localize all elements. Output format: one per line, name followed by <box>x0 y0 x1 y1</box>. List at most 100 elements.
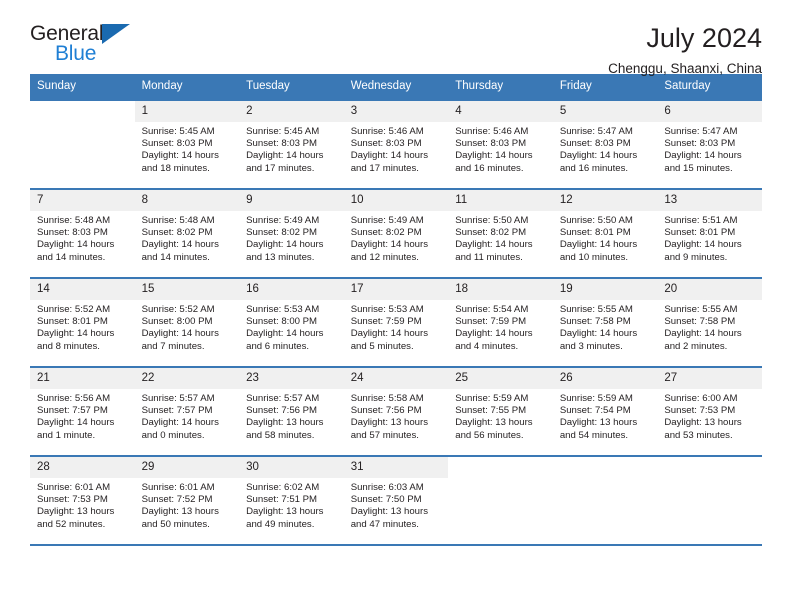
day-cell-2[interactable]: 2 Sunrise: 5:45 AM Sunset: 8:03 PM Daylight… <box>239 101 344 188</box>
sunset-line: Sunset: 7:57 PM <box>37 405 108 417</box>
day-sun-info: Sunrise: 5:56 AM Sunset: 7:57 PM Daylight:… <box>30 389 135 442</box>
day-cell-3[interactable]: 3 Sunrise: 5:46 AM Sunset: 8:03 PM Daylight… <box>343 101 449 188</box>
calendar-day-cell[interactable] <box>657 455 762 546</box>
sunset-line: Sunset: 8:01 PM <box>559 227 631 239</box>
day-cell-18[interactable]: 18 Sunrise: 5:54 AM Sunset: 7:59 PM Dayligh… <box>448 279 553 366</box>
day-cell-30[interactable]: 30 Sunrise: 6:02 AM Sunset: 7:51 PM Dayligh… <box>239 457 344 544</box>
brand-logo[interactable]: General Blue <box>30 22 160 70</box>
sunrise-line: Sunrise: 5:45 AM <box>246 126 320 137</box>
calendar-day-cell[interactable]: 17 Sunrise: 5:53 AM Sunset: 7:59 PM Dayligh… <box>343 277 449 367</box>
day-cell-29[interactable]: 29 Sunrise: 6:01 AM Sunset: 7:52 PM Dayligh… <box>134 457 240 544</box>
calendar-day-cell[interactable]: 25 Sunrise: 5:59 AM Sunset: 7:55 PM Dayligh… <box>448 366 553 456</box>
day-cell-10[interactable]: 10 Sunrise: 5:49 AM Sunset: 8:02 PM Dayligh… <box>343 190 449 277</box>
day-cell-11[interactable]: 11 Sunrise: 5:50 AM Sunset: 8:02 PM Dayligh… <box>448 190 553 277</box>
day-cell-empty <box>448 457 553 544</box>
day-cell-21[interactable]: 21 Sunrise: 5:56 AM Sunset: 7:57 PM Dayligh… <box>30 368 135 455</box>
day-cell-19[interactable]: 19 Sunrise: 5:55 AM Sunset: 7:58 PM Dayligh… <box>552 279 658 366</box>
day-cell-15[interactable]: 15 Sunrise: 5:52 AM Sunset: 8:00 PM Dayligh… <box>134 279 240 366</box>
day-cell-12[interactable]: 12 Sunrise: 5:50 AM Sunset: 8:01 PM Dayligh… <box>552 190 658 277</box>
sunset-line: Sunset: 7:58 PM <box>559 316 631 328</box>
day-cell-9[interactable]: 9 Sunrise: 5:49 AM Sunset: 8:02 PM Daylight… <box>239 190 344 277</box>
day-sun-info: Sunrise: 5:57 AM Sunset: 7:57 PM Daylight:… <box>135 389 240 442</box>
day-cell-13[interactable]: 13 Sunrise: 5:51 AM Sunset: 8:01 PM Dayligh… <box>657 190 762 277</box>
daylight-line: Daylight: 14 hours <box>141 239 219 251</box>
daylight-line-cont: and 53 minutes. <box>664 429 733 441</box>
calendar-day-cell[interactable] <box>448 455 553 546</box>
calendar-day-cell[interactable]: 8 Sunrise: 5:48 AM Sunset: 8:02 PM Daylight… <box>134 188 240 278</box>
calendar-day-cell[interactable]: 5 Sunrise: 5:47 AM Sunset: 8:03 PM Daylight… <box>552 99 658 189</box>
day-sun-info: Sunrise: 5:48 AM Sunset: 8:02 PM Daylight:… <box>135 211 240 264</box>
day-cell-17[interactable]: 17 Sunrise: 5:53 AM Sunset: 7:59 PM Dayligh… <box>343 279 449 366</box>
day-sun-info: Sunrise: 6:00 AM Sunset: 7:53 PM Daylight:… <box>657 389 762 442</box>
day-cell-5[interactable]: 5 Sunrise: 5:47 AM Sunset: 8:03 PM Daylight… <box>552 101 658 188</box>
day-cell-6[interactable]: 6 Sunrise: 5:47 AM Sunset: 8:03 PM Daylight… <box>657 101 762 188</box>
calendar-day-cell[interactable] <box>30 99 135 189</box>
daylight-line-cont: and 18 minutes. <box>141 162 210 174</box>
calendar-day-cell[interactable]: 9 Sunrise: 5:49 AM Sunset: 8:02 PM Daylight… <box>239 188 344 278</box>
day-number: 4 <box>448 101 553 122</box>
calendar-day-cell[interactable]: 18 Sunrise: 5:54 AM Sunset: 7:59 PM Dayligh… <box>448 277 553 367</box>
sunrise-line: Sunrise: 5:46 AM <box>350 126 424 137</box>
day-cell-16[interactable]: 16 Sunrise: 5:53 AM Sunset: 8:00 PM Dayligh… <box>239 279 344 366</box>
calendar-day-cell[interactable]: 15 Sunrise: 5:52 AM Sunset: 8:00 PM Dayligh… <box>134 277 240 367</box>
day-cell-1[interactable]: 1 Sunrise: 5:45 AM Sunset: 8:03 PM Daylight… <box>134 101 240 188</box>
calendar-day-cell[interactable]: 23 Sunrise: 5:57 AM Sunset: 7:56 PM Dayligh… <box>239 366 344 456</box>
sunrise-sunset-calendar: Sunday Monday Tuesday Wednesday Thursday… <box>30 74 762 546</box>
calendar-day-cell[interactable]: 27 Sunrise: 6:00 AM Sunset: 7:53 PM Dayligh… <box>657 366 762 456</box>
day-cell-14[interactable]: 14 Sunrise: 5:52 AM Sunset: 8:01 PM Dayligh… <box>30 279 135 366</box>
sunset-line: Sunset: 8:03 PM <box>246 138 318 150</box>
calendar-day-cell[interactable]: 10 Sunrise: 5:49 AM Sunset: 8:02 PM Dayligh… <box>343 188 449 278</box>
calendar-day-cell[interactable]: 1 Sunrise: 5:45 AM Sunset: 8:03 PM Daylight… <box>134 99 240 189</box>
day-cell-27[interactable]: 27 Sunrise: 6:00 AM Sunset: 7:53 PM Dayligh… <box>657 368 762 455</box>
day-number: 27 <box>657 368 762 389</box>
day-number: 5 <box>552 101 658 122</box>
daylight-line: Daylight: 14 hours <box>559 150 638 162</box>
calendar-day-cell[interactable]: 21 Sunrise: 5:56 AM Sunset: 7:57 PM Dayligh… <box>30 366 135 456</box>
sunset-line: Sunset: 8:03 PM <box>455 138 527 150</box>
calendar-day-cell[interactable]: 20 Sunrise: 5:55 AM Sunset: 7:58 PM Dayligh… <box>657 277 762 367</box>
calendar-day-cell[interactable]: 4 Sunrise: 5:46 AM Sunset: 8:03 PM Daylight… <box>448 99 553 189</box>
daylight-line-cont: and 2 minutes. <box>664 340 728 352</box>
calendar-day-cell[interactable]: 24 Sunrise: 5:58 AM Sunset: 7:56 PM Dayligh… <box>343 366 449 456</box>
day-number: 19 <box>552 279 658 300</box>
calendar-day-cell[interactable]: 2 Sunrise: 5:45 AM Sunset: 8:03 PM Daylight… <box>239 99 344 189</box>
sunset-line: Sunset: 7:59 PM <box>350 316 422 328</box>
calendar-day-cell[interactable]: 30 Sunrise: 6:02 AM Sunset: 7:51 PM Dayligh… <box>239 455 344 546</box>
day-cell-24[interactable]: 24 Sunrise: 5:58 AM Sunset: 7:56 PM Dayligh… <box>343 368 449 455</box>
day-cell-28[interactable]: 28 Sunrise: 6:01 AM Sunset: 7:53 PM Dayligh… <box>30 457 135 544</box>
calendar-day-cell[interactable]: 12 Sunrise: 5:50 AM Sunset: 8:01 PM Dayligh… <box>552 188 658 278</box>
day-number: 22 <box>134 368 240 389</box>
calendar-day-cell[interactable]: 16 Sunrise: 5:53 AM Sunset: 8:00 PM Dayligh… <box>239 277 344 367</box>
day-cell-26[interactable]: 26 Sunrise: 5:59 AM Sunset: 7:54 PM Dayligh… <box>552 368 658 455</box>
day-sun-info <box>657 478 762 482</box>
day-cell-8[interactable]: 8 Sunrise: 5:48 AM Sunset: 8:02 PM Daylight… <box>134 190 240 277</box>
daylight-line: Daylight: 14 hours <box>664 239 742 251</box>
calendar-day-cell[interactable]: 19 Sunrise: 5:55 AM Sunset: 7:58 PM Dayligh… <box>552 277 658 367</box>
calendar-day-cell[interactable]: 29 Sunrise: 6:01 AM Sunset: 7:52 PM Dayligh… <box>134 455 240 546</box>
day-sun-info <box>30 122 135 126</box>
calendar-day-cell[interactable]: 11 Sunrise: 5:50 AM Sunset: 8:02 PM Dayligh… <box>448 188 553 278</box>
day-sun-info: Sunrise: 5:58 AM Sunset: 7:56 PM Daylight:… <box>344 389 449 442</box>
day-cell-23[interactable]: 23 Sunrise: 5:57 AM Sunset: 7:56 PM Dayligh… <box>239 368 344 455</box>
daylight-line-cont: and 8 minutes. <box>37 340 100 352</box>
calendar-day-cell[interactable]: 6 Sunrise: 5:47 AM Sunset: 8:03 PM Daylight… <box>657 99 762 189</box>
day-cell-22[interactable]: 22 Sunrise: 5:57 AM Sunset: 7:57 PM Dayligh… <box>134 368 240 455</box>
calendar-day-cell[interactable]: 26 Sunrise: 5:59 AM Sunset: 7:54 PM Dayligh… <box>552 366 658 456</box>
calendar-day-cell[interactable]: 31 Sunrise: 6:03 AM Sunset: 7:50 PM Dayligh… <box>343 455 449 546</box>
day-cell-4[interactable]: 4 Sunrise: 5:46 AM Sunset: 8:03 PM Daylight… <box>448 101 553 188</box>
calendar-day-cell[interactable]: 28 Sunrise: 6:01 AM Sunset: 7:53 PM Dayligh… <box>30 455 135 546</box>
day-cell-31[interactable]: 31 Sunrise: 6:03 AM Sunset: 7:50 PM Dayligh… <box>343 457 449 544</box>
day-cell-25[interactable]: 25 Sunrise: 5:59 AM Sunset: 7:55 PM Dayligh… <box>448 368 553 455</box>
blue-triangle-icon <box>102 24 130 44</box>
day-sun-info: Sunrise: 5:49 AM Sunset: 8:02 PM Daylight:… <box>239 211 344 264</box>
day-number: 25 <box>448 368 553 389</box>
calendar-day-cell[interactable]: 22 Sunrise: 5:57 AM Sunset: 7:57 PM Dayligh… <box>134 366 240 456</box>
day-cell-7[interactable]: 7 Sunrise: 5:48 AM Sunset: 8:03 PM Daylight… <box>30 190 135 277</box>
sunset-line: Sunset: 8:03 PM <box>37 227 108 239</box>
day-cell-20[interactable]: 20 Sunrise: 5:55 AM Sunset: 7:58 PM Dayligh… <box>657 279 762 366</box>
calendar-day-cell[interactable] <box>552 455 658 546</box>
calendar-day-cell[interactable]: 3 Sunrise: 5:46 AM Sunset: 8:03 PM Daylight… <box>343 99 449 189</box>
calendar-day-cell[interactable]: 14 Sunrise: 5:52 AM Sunset: 8:01 PM Dayligh… <box>30 277 135 367</box>
calendar-day-cell[interactable]: 7 Sunrise: 5:48 AM Sunset: 8:03 PM Daylight… <box>30 188 135 278</box>
calendar-day-cell[interactable]: 13 Sunrise: 5:51 AM Sunset: 8:01 PM Dayligh… <box>657 188 762 278</box>
